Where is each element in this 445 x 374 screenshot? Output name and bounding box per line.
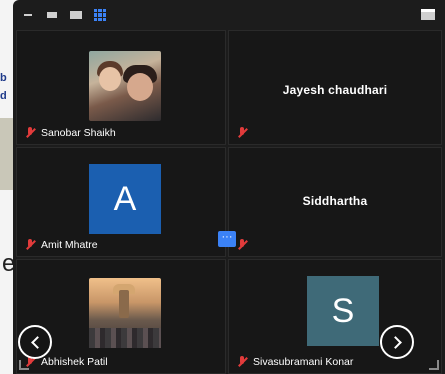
minimize-button[interactable]	[21, 8, 35, 22]
participant-avatar: A	[89, 164, 161, 234]
participant-tile[interactable]: Jayesh chaudhari	[228, 30, 442, 145]
mic-muted-icon	[237, 356, 247, 368]
fullscreen-icon[interactable]	[421, 9, 435, 20]
background-text: b	[0, 72, 7, 84]
gallery-view-button[interactable]	[93, 8, 107, 22]
mic-muted-icon	[25, 127, 35, 139]
participant-name: Sivasubramani Konar	[253, 356, 354, 368]
strip-view-icon	[70, 11, 82, 19]
background-text: d	[0, 90, 7, 102]
strip-view-button[interactable]	[69, 8, 83, 22]
participant-name-display: Siddhartha	[302, 194, 368, 208]
mic-muted-icon	[237, 127, 247, 139]
participant-name: Abhishek Patil	[41, 356, 108, 368]
participant-footer	[237, 127, 247, 139]
participant-tile[interactable]: Sanobar Shaikh	[16, 30, 226, 145]
speaker-view-icon	[47, 12, 57, 18]
participant-tile[interactable]: S Sivasubramani Konar	[228, 259, 442, 374]
gallery-grid: Sanobar Shaikh Jayesh chaudhari A Amit M…	[13, 30, 445, 374]
resize-handle-icon[interactable]	[429, 360, 439, 370]
mic-muted-icon	[237, 239, 247, 251]
resize-handle-icon[interactable]	[19, 360, 29, 370]
screen: b d e Sanobar Shaikh Jayesh chaudhari A …	[0, 0, 445, 374]
mic-muted-icon	[25, 239, 35, 251]
meeting-window: Sanobar Shaikh Jayesh chaudhari A Amit M…	[13, 0, 445, 374]
participant-name: Amit Mhatre	[41, 239, 98, 251]
speaker-view-button[interactable]	[45, 8, 59, 22]
gallery-view-icon	[94, 9, 106, 21]
participant-video	[89, 278, 161, 348]
participant-name: Sanobar Shaikh	[41, 127, 116, 139]
minimize-icon	[24, 14, 32, 16]
participant-footer	[237, 239, 247, 251]
next-page-button[interactable]	[380, 325, 414, 359]
participant-tile[interactable]: Abhishek Patil	[16, 259, 226, 374]
participant-name-display: Jayesh chaudhari	[282, 83, 388, 97]
participant-video	[89, 51, 161, 121]
chevron-left-icon	[30, 335, 44, 349]
more-options-button[interactable]: ···	[218, 231, 236, 247]
participant-avatar: S	[307, 276, 379, 346]
participant-footer: Sanobar Shaikh	[25, 127, 116, 139]
toolbar	[13, 0, 445, 30]
participant-footer: Sivasubramani Konar	[237, 356, 353, 368]
participant-tile[interactable]: A Amit Mhatre	[16, 147, 226, 257]
participant-footer: Amit Mhatre	[25, 239, 98, 251]
chevron-right-icon	[388, 335, 402, 349]
previous-page-button[interactable]	[18, 325, 52, 359]
participant-tile[interactable]: Siddhartha	[228, 147, 442, 257]
